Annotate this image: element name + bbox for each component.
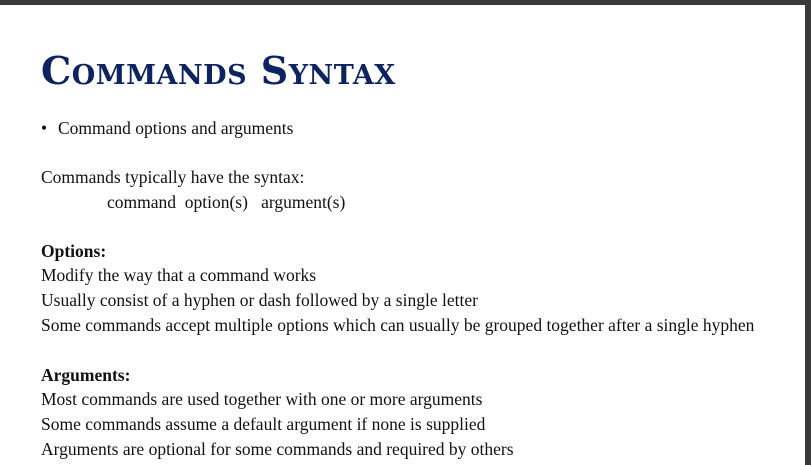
arguments-heading: Arguments:: [41, 365, 131, 385]
slide-title: Commands Syntax: [41, 48, 396, 93]
arguments-line-2: Some commands assume a default argument …: [41, 414, 486, 434]
window-frame-edge: [805, 0, 811, 465]
options-line-3: Some commands accept multiple options wh…: [41, 315, 755, 335]
options-line-1: Modify the way that a command works: [41, 265, 317, 285]
bullet-text: Command options and arguments: [58, 118, 294, 138]
options-line-2: Usually consist of a hyphen or dash foll…: [41, 290, 478, 310]
syntax-example: command option(s) argument(s): [107, 192, 346, 212]
slide: Commands Syntax • Command options and ar…: [0, 5, 805, 465]
bullet-icon: •: [41, 118, 48, 138]
options-heading: Options:: [41, 241, 107, 261]
arguments-line-3: Arguments are optional for some commands…: [41, 439, 514, 459]
arguments-line-1: Most commands are used together with one…: [41, 389, 483, 409]
syntax-intro: Commands typically have the syntax:: [41, 167, 305, 187]
